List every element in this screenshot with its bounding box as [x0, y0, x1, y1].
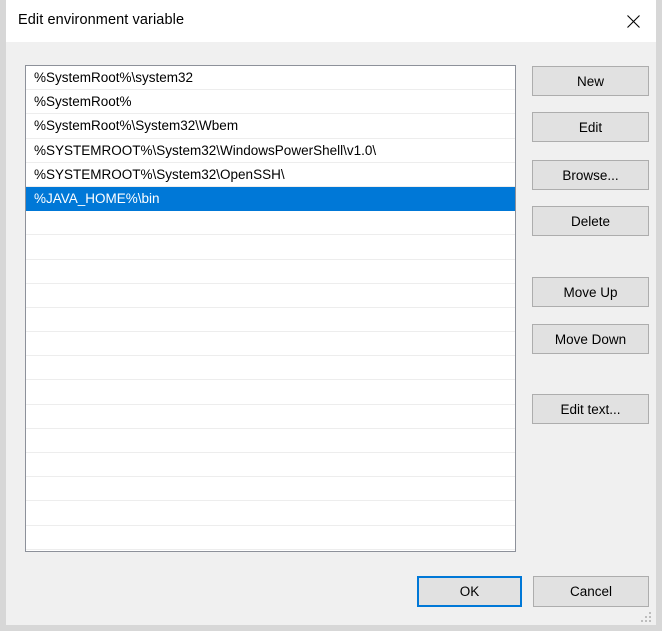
- move-down-button[interactable]: Move Down: [532, 324, 649, 354]
- list-row-empty[interactable]: [26, 211, 515, 235]
- list-row-empty[interactable]: [26, 260, 515, 284]
- window-title: Edit environment variable: [18, 12, 184, 28]
- list-row[interactable]: %JAVA_HOME%\bin: [26, 187, 515, 211]
- list-row-empty[interactable]: [26, 356, 515, 380]
- close-icon[interactable]: [610, 0, 656, 42]
- list-row-empty[interactable]: [26, 429, 515, 453]
- dialog-body: %SystemRoot%\system32%SystemRoot%%System…: [6, 43, 656, 625]
- new-button[interactable]: New: [532, 66, 649, 96]
- list-row-empty[interactable]: [26, 380, 515, 404]
- list-row-empty[interactable]: [26, 501, 515, 525]
- list-row[interactable]: %SystemRoot%\System32\Wbem: [26, 114, 515, 138]
- title-bar: Edit environment variable: [6, 0, 656, 43]
- list-row-empty[interactable]: [26, 405, 515, 429]
- list-row-empty[interactable]: [26, 453, 515, 477]
- list-row-empty[interactable]: [26, 526, 515, 550]
- list-row[interactable]: %SYSTEMROOT%\System32\WindowsPowerShell\…: [26, 139, 515, 163]
- list-row-empty[interactable]: [26, 235, 515, 259]
- delete-button[interactable]: Delete: [532, 206, 649, 236]
- edit-button[interactable]: Edit: [532, 112, 649, 142]
- path-entries-listbox[interactable]: %SystemRoot%\system32%SystemRoot%%System…: [25, 65, 516, 552]
- list-row-empty[interactable]: [26, 477, 515, 501]
- list-row[interactable]: %SystemRoot%: [26, 90, 515, 114]
- edit-environment-variable-dialog: Edit environment variable %SystemRoot%\s…: [0, 0, 662, 631]
- list-row-empty[interactable]: [26, 284, 515, 308]
- edit-text-button[interactable]: Edit text...: [532, 394, 649, 424]
- list-row-empty[interactable]: [26, 332, 515, 356]
- list-row-empty[interactable]: [26, 308, 515, 332]
- list-row[interactable]: %SYSTEMROOT%\System32\OpenSSH\: [26, 163, 515, 187]
- ok-button[interactable]: OK: [417, 576, 522, 607]
- cancel-button[interactable]: Cancel: [533, 576, 649, 607]
- move-up-button[interactable]: Move Up: [532, 277, 649, 307]
- resize-grip-icon[interactable]: [641, 611, 653, 623]
- browse-button[interactable]: Browse...: [532, 160, 649, 190]
- list-row[interactable]: %SystemRoot%\system32: [26, 66, 515, 90]
